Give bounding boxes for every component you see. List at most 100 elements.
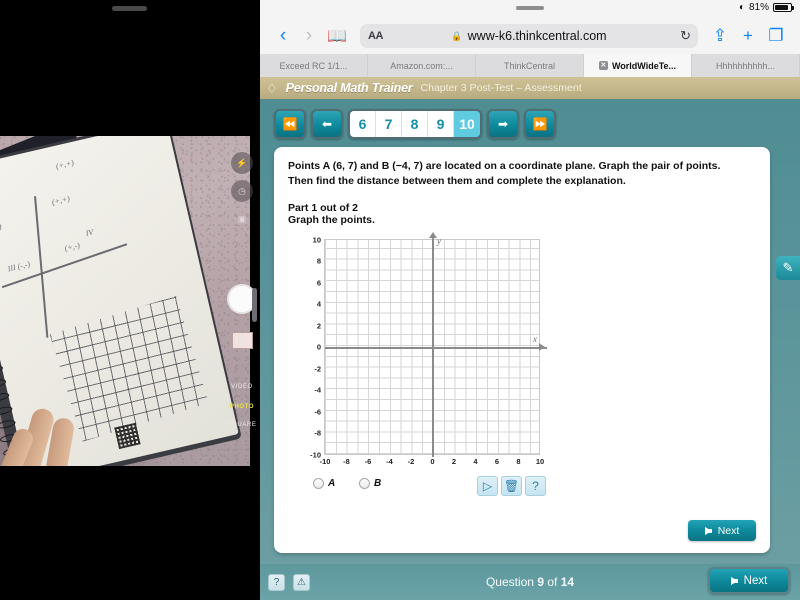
- tab-label: Amazon.com:...: [390, 60, 453, 71]
- assessment-body: ⏪ ⬅ 6 7 8 9 10 ➡ ⏩ Points A (6, 7) and B…: [260, 99, 800, 600]
- ios-status-bar: ◐ 81%: [260, 0, 800, 18]
- y-axis-label: y: [437, 235, 441, 246]
- browser-tab-3[interactable]: ThinkCentral: [476, 54, 584, 77]
- split-view-handle[interactable]: [252, 288, 257, 322]
- browser-tab-1[interactable]: Exceed RC 1/1...: [260, 54, 368, 77]
- url-text: www-k6.thinkcentral.com: [467, 29, 607, 43]
- x-tick-m6: -6: [364, 456, 372, 466]
- safari-browser: ◐ 81% ‹ › 📖 AA 🔒 www-k6.thinkcentral.com…: [260, 0, 800, 600]
- status-indicators: ◐ 81%: [739, 2, 794, 13]
- pencil-tool-button[interactable]: ✎: [776, 256, 800, 280]
- y-tick-m8: -8: [314, 428, 321, 438]
- trash-icon[interactable]: 🗑: [501, 475, 522, 496]
- x-tick-m10: -10: [319, 456, 331, 466]
- point-controls: A B ▷ 🗑 ?: [299, 475, 769, 498]
- browser-tab-4-active[interactable]: ✕ WorldWideTe...: [584, 54, 692, 77]
- x-axis-arrow: [539, 342, 545, 351]
- share-icon[interactable]: ⇪: [706, 26, 734, 46]
- coordinate-plane[interactable]: y x 10 8 6 4 2 0 -2 -4 -6 -8 -10 -10 -8 …: [299, 231, 769, 486]
- last-photo-thumbnail[interactable]: [232, 332, 253, 349]
- x-axis: [325, 347, 547, 349]
- tab-label: ThinkCentral: [503, 60, 556, 71]
- page-number-9[interactable]: 9: [428, 111, 454, 137]
- next-question-button[interactable]: ➡: [487, 109, 519, 139]
- battery-percent: 81%: [748, 2, 769, 13]
- eraser-icon[interactable]: ▷: [477, 475, 498, 496]
- radio-icon[interactable]: [359, 477, 370, 489]
- graph-grid[interactable]: y x 10 8 6 4 2 0 -2 -4 -6 -8 -10 -10 -8 …: [310, 231, 547, 466]
- counter-prefix: Question: [485, 575, 534, 589]
- forward-icon[interactable]: ›: [296, 25, 322, 47]
- page-number-10-current[interactable]: 10: [454, 111, 480, 137]
- reload-icon[interactable]: ↻: [680, 28, 691, 44]
- sketch-grid: [49, 295, 209, 442]
- flash-icon[interactable]: ⚡: [231, 152, 253, 174]
- y-axis: [432, 235, 434, 457]
- counter-current: 9: [537, 575, 544, 589]
- sketch-label-1: (+,+): [54, 158, 75, 171]
- prev-question-button[interactable]: ⬅: [311, 109, 343, 139]
- sketch-label-2: (+,+): [50, 193, 71, 207]
- radio-icon[interactable]: [313, 477, 324, 489]
- last-question-button[interactable]: ⏩: [524, 109, 556, 139]
- tab-label: Exceed RC 1/1...: [279, 60, 348, 71]
- y-tick-10: 10: [312, 235, 321, 245]
- help-icon[interactable]: ?: [525, 475, 546, 496]
- camera-mode-video[interactable]: VIDEO: [224, 384, 260, 390]
- pane-drag-handle[interactable]: [112, 6, 147, 11]
- sketch-y-axis: [34, 196, 48, 338]
- x-tick-6: 6: [494, 456, 500, 466]
- next-footer-button[interactable]: Next: [708, 567, 790, 594]
- qr-code: [114, 422, 141, 450]
- radio-point-a[interactable]: A: [313, 477, 335, 489]
- sketch-label-4: III (-,-): [6, 259, 31, 274]
- next-footer-label: Next: [743, 574, 768, 587]
- footer-bar: ? ⚠ Question 9 of 14 Next: [260, 564, 800, 600]
- page-number-group: 6 7 8 9 10: [348, 109, 482, 139]
- timer-icon[interactable]: ◷: [231, 180, 253, 202]
- camera-flip-icon[interactable]: ▣: [231, 208, 253, 230]
- camera-mode-square[interactable]: SQUARE: [224, 422, 260, 428]
- pmt-logo-icon: ♢: [266, 80, 278, 96]
- page-number-7[interactable]: 7: [376, 111, 402, 137]
- sketch-label-3: (-,+): [0, 221, 3, 235]
- y-tick-m2: -2: [314, 364, 321, 374]
- tab-label: WorldWideTe...: [611, 60, 677, 71]
- radio-point-b[interactable]: B: [359, 477, 381, 489]
- first-question-button[interactable]: ⏪: [274, 109, 306, 139]
- back-icon[interactable]: ‹: [270, 25, 296, 47]
- browser-tab-2[interactable]: Amazon.com:...: [368, 54, 476, 77]
- question-pager: ⏪ ⬅ 6 7 8 9 10 ➡ ⏩: [274, 109, 556, 139]
- y-tick-m6: -6: [314, 407, 321, 417]
- y-tick-2: 2: [316, 321, 321, 331]
- page-number-6[interactable]: 6: [350, 111, 376, 137]
- page-number-8[interactable]: 8: [402, 111, 428, 137]
- x-tick-m8: -8: [343, 456, 350, 466]
- x-tick-10: 10: [535, 456, 545, 466]
- y-tick-8: 8: [316, 256, 321, 266]
- book-icon[interactable]: 📖: [322, 26, 352, 46]
- plus-icon[interactable]: +: [734, 26, 762, 46]
- x-tick-m2: -2: [407, 456, 415, 466]
- x-tick-4: 4: [473, 456, 478, 466]
- camera-live-view[interactable]: (+,+) (+,+) (-,+) III (-,-) (+,-) IV: [0, 136, 250, 466]
- camera-mode-photo[interactable]: PHOTO: [224, 404, 260, 410]
- next-inline-button[interactable]: Next: [688, 520, 756, 541]
- arrow-right-icon: [704, 526, 712, 535]
- x-tick-8: 8: [516, 456, 521, 466]
- app-header: ♢ Personal Math Trainer Chapter 3 Post-T…: [260, 77, 800, 99]
- pencil-icon: ✎: [782, 260, 794, 275]
- question-card: Points A (6, 7) and B (−4, 7) are locate…: [274, 147, 770, 553]
- close-icon[interactable]: ✕: [598, 61, 608, 70]
- sketch-label-5: (+,-): [63, 240, 81, 254]
- part-label: Part 1 out of 2: [288, 201, 359, 214]
- address-bar[interactable]: AA 🔒 www-k6.thinkcentral.com ↻: [360, 24, 698, 48]
- tabs-icon[interactable]: ❐: [762, 26, 790, 46]
- multitask-grabber[interactable]: [516, 6, 544, 10]
- lock-icon: 🔒: [451, 30, 463, 41]
- text-size-button[interactable]: AA: [368, 30, 383, 42]
- tab-label: Hhhhhhhhhh...: [715, 60, 776, 71]
- browser-tab-5[interactable]: Hhhhhhhhhh...: [692, 54, 800, 77]
- x-tick-2: 2: [451, 456, 457, 466]
- app-subtitle: Chapter 3 Post-Test – Assessment: [420, 82, 582, 94]
